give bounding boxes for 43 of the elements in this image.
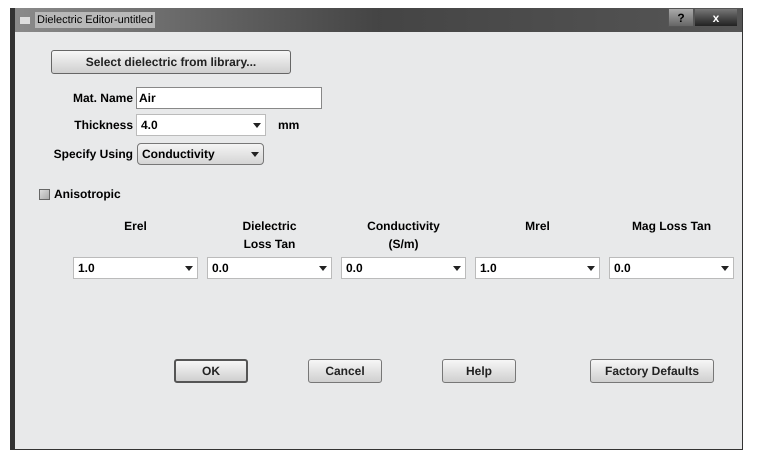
field-value: Air [139,90,156,107]
dropdown-caret-icon [251,152,259,156]
dialog-button[interactable]: OK [174,359,248,383]
window-title: Dielectric Editor-untitled [35,12,156,28]
dropdown-value: 0.0 [212,260,229,277]
dropdown-value: 0.0 [346,260,363,277]
dropdown-field[interactable]: 1.0 [73,257,198,279]
dropdown-field[interactable]: 1.0 [475,257,600,279]
dropdown-value: 0.0 [614,260,631,277]
column-header: Mag Loss Tan [632,218,712,235]
column-header: Conductivity (S/m) [367,218,440,253]
dropdown-value: Conductivity [142,146,215,163]
field-label: Thickness [73,117,133,134]
dropdown-caret-icon [453,266,461,270]
window-icon [19,16,31,24]
column-header: Dielectric Loss Tan [242,218,297,253]
dropdown-field[interactable]: 0.0 [609,257,734,279]
dropdown-field[interactable]: Conductivity [137,143,264,165]
dropdown-caret-icon [319,266,327,270]
dropdown-field[interactable]: 0.0 [207,257,332,279]
dropdown-field[interactable]: 0.0 [341,257,466,279]
dropdown-caret-icon [253,122,261,128]
dropdown-field[interactable]: 4.0 [136,114,266,136]
dropdown-value: 4.0 [141,117,158,134]
unit-label: mm [278,117,300,134]
dropdown-caret-icon [587,266,595,270]
dropdown-caret-icon [185,266,193,270]
dropdown-caret-icon [721,266,729,270]
field-label: Mat. Name [72,90,133,107]
dropdown-value: 1.0 [480,260,497,277]
select-from-library-button[interactable]: Select dielectric from library... [51,50,291,74]
dropdown-value: 1.0 [78,260,95,277]
column-header: Erel [124,218,147,235]
dialog-button[interactable]: Cancel [308,359,382,383]
help-button[interactable]: ? [668,8,694,27]
field-label: Specify Using [52,146,133,163]
mat-name-field[interactable]: Air [136,87,322,109]
close-button[interactable]: x [694,8,738,27]
column-header: Mrel [525,218,550,235]
dialog-button[interactable]: Factory Defaults [590,359,714,383]
checkbox-label: Anisotropic [54,186,121,203]
checkbox[interactable] [39,188,50,200]
dialog-button[interactable]: Help [442,359,516,383]
